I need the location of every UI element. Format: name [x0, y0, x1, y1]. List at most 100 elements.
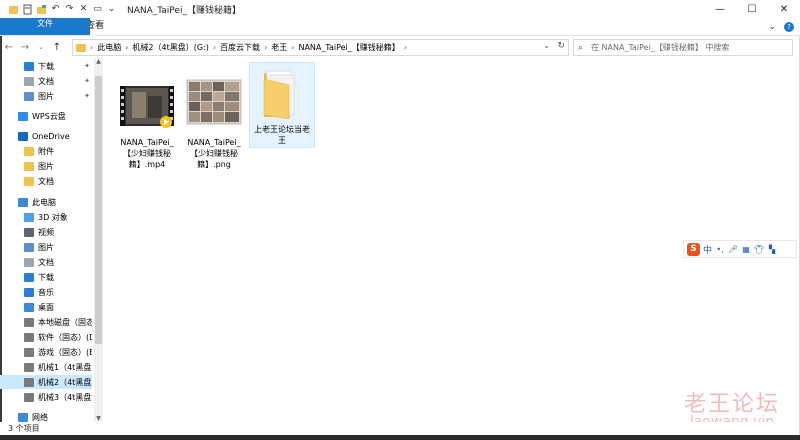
sidebar-item[interactable]: OneDrive [0, 129, 92, 143]
microphone-icon[interactable]: 🎤︎ [728, 245, 738, 254]
breadcrumb-separator: › [291, 43, 295, 52]
navigation-pane-scrollbar[interactable]: ▲ ▼ [94, 58, 103, 422]
sidebar-item[interactable]: 3D 对象 [0, 210, 92, 224]
ribbon-right: ⌄ ? [768, 18, 794, 35]
maximize-button[interactable]: ☐ [736, 0, 768, 18]
folder-item[interactable]: 上老王论坛当老王 [249, 62, 315, 148]
address-bar[interactable]: › 此电脑 › 机械2（4t黑盘）(G:) › 百度云下载 › 老王 › NAN… [72, 39, 569, 56]
undo-icon[interactable]: ↶ [50, 4, 61, 15]
download-arrow-icon [24, 272, 34, 282]
pictures-icon [24, 91, 34, 101]
sidebar-item-label: 文档 [38, 257, 54, 267]
folder-name: 上老王论坛当老王 [254, 125, 310, 145]
background-taskbar-strip [0, 435, 800, 440]
sidebar-item[interactable]: 视频 [0, 225, 92, 239]
refresh-icon[interactable]: ↻ [557, 41, 565, 51]
3d-objects-icon [24, 212, 34, 222]
folder-icon [8, 4, 19, 15]
file-name: NANA_TaiPei_【少妇赚钱秘籍】.png [187, 138, 241, 169]
new-folder-icon[interactable] [36, 4, 47, 15]
rename-icon[interactable]: ▭ [92, 4, 103, 15]
sidebar-item-label: 图片 [38, 242, 54, 252]
folder-icon [24, 146, 34, 156]
properties-icon[interactable] [22, 4, 33, 15]
document-icon [24, 257, 34, 267]
minimize-button[interactable]: — [704, 0, 736, 18]
sidebar-item[interactable]: 文档 [0, 255, 92, 269]
up-arrow-icon[interactable]: ↑ [50, 42, 64, 53]
breadcrumb-drive[interactable]: 机械2（4t黑盘）(G:) [132, 42, 208, 53]
tab-file[interactable]: 文件 [0, 18, 90, 35]
sidebar-item-label: 附件 [38, 146, 54, 156]
punctuation-icon[interactable]: •, [715, 245, 725, 254]
sidebar-item-label: 网络 [32, 412, 48, 422]
video-icon [24, 227, 34, 237]
sidebar-item[interactable]: 机械3（4t黑盘 [0, 390, 92, 404]
scrollbar-thumb[interactable] [95, 76, 102, 344]
sidebar-item[interactable]: 文档 ✦ [0, 74, 92, 88]
sidebar-item[interactable]: 图片 [0, 240, 92, 254]
navigation-pane: 下载 ✦ 文档 ✦ 图片 ✦ WPS云盘 OneDrive 附件 图片 文档 此电脑 3D 对象 视频 图片… [0, 58, 104, 422]
sidebar-item-label: 软件（固态）(D [38, 332, 92, 342]
breadcrumb-baidu[interactable]: 百度云下载 [220, 42, 260, 53]
delete-icon[interactable]: ✕ [78, 4, 89, 15]
breadcrumb-this-pc[interactable]: 此电脑 [97, 42, 121, 53]
keyboard-icon[interactable]: ▦ [741, 245, 751, 254]
pin-icon: ✦ [84, 62, 90, 70]
sidebar-item[interactable]: 图片 ✦ [0, 89, 92, 103]
status-bar: 3 个项目 [0, 422, 800, 435]
recent-locations-chevron-icon[interactable]: ⌄ [34, 43, 48, 51]
scroll-up-arrow-icon[interactable]: ▲ [94, 58, 103, 65]
sidebar-item[interactable]: 桌面 [0, 300, 92, 314]
search-placeholder: 在 NANA_TaiPei_【赚钱秘籍】 中搜索 [591, 43, 730, 52]
breadcrumb-separator: › [264, 43, 268, 52]
file-item-video[interactable]: NANA_TaiPei_【少妇赚钱秘籍】.mp4 [114, 84, 180, 170]
sidebar-item[interactable]: 音乐 [0, 285, 92, 299]
document-icon [24, 76, 34, 86]
drive-icon [24, 317, 34, 327]
sidebar-item[interactable]: 机械2（4t黑盘） [0, 375, 92, 389]
sidebar-item[interactable]: 机械1（4t黑盘 [0, 360, 92, 374]
sidebar-item-label: 文档 [38, 76, 54, 86]
sidebar-item[interactable]: WPS云盘 [0, 109, 92, 123]
scroll-down-arrow-icon[interactable]: ▼ [94, 415, 103, 422]
back-arrow-icon[interactable]: ← [2, 42, 16, 53]
sidebar-item[interactable]: 此电脑 [0, 195, 92, 209]
image-thumbnail [185, 76, 243, 134]
forward-arrow-icon[interactable]: → [18, 42, 32, 53]
expand-ribbon-icon[interactable]: ⌄ [768, 22, 776, 32]
sidebar-item[interactable]: 下载 ✦ [0, 59, 92, 73]
search-box[interactable]: ⌕ 在 NANA_TaiPei_【赚钱秘籍】 中搜索 [573, 39, 793, 56]
window-controls: — ☐ ✕ [704, 0, 800, 18]
drive-icon [24, 392, 34, 402]
network-icon [18, 412, 28, 422]
sidebar-item-label: 图片 [38, 91, 54, 101]
sidebar-item[interactable]: 下载 [0, 270, 92, 284]
video-thumbnail [118, 84, 176, 134]
pin-icon: ✦ [84, 77, 90, 85]
sidebar-item[interactable]: 软件（固态）(D [0, 330, 92, 344]
sidebar-item[interactable]: 文档 [0, 174, 92, 188]
sidebar-item[interactable]: 网络 [0, 410, 92, 422]
sidebar-item[interactable]: 本地磁盘（固态 [0, 315, 92, 329]
customize-toolbar-icon[interactable]: ⌄ [106, 4, 117, 15]
toolbox-grid-icon[interactable]: ▚ [767, 245, 777, 254]
help-icon[interactable]: ? [784, 21, 794, 32]
sidebar-item[interactable]: 附件 [0, 144, 92, 158]
sogou-logo-icon[interactable]: S [687, 242, 700, 256]
redo-icon[interactable]: ↷ [64, 4, 75, 15]
ime-language-toggle[interactable]: 中 [703, 243, 712, 256]
file-item-image[interactable]: NANA_TaiPei_【少妇赚钱秘籍】.png [181, 76, 247, 170]
download-arrow-icon [24, 61, 34, 71]
breadcrumb-laowang[interactable]: 老王 [271, 42, 287, 53]
sidebar-item[interactable]: 游戏（固态）(E [0, 345, 92, 359]
sidebar-item-label: WPS云盘 [32, 111, 66, 121]
sidebar-item-label: 机械1（4t黑盘 [38, 362, 92, 372]
sidebar-item[interactable]: 图片 [0, 159, 92, 173]
address-dropdown-icon[interactable]: ⌄ [543, 41, 550, 50]
close-button[interactable]: ✕ [768, 0, 800, 18]
breadcrumb-current-folder[interactable]: NANA_TaiPei_【赚钱秘籍】 [298, 42, 399, 53]
skin-shirt-icon[interactable]: 👕︎ [754, 245, 764, 254]
music-icon [24, 287, 34, 297]
sidebar-item-label: 桌面 [38, 302, 54, 312]
